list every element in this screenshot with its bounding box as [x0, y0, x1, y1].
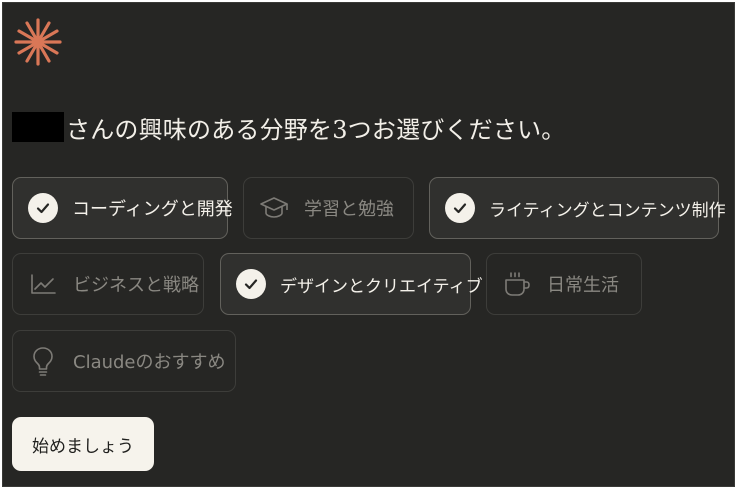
topic-writing[interactable]: ライティングとコンテンツ制作 [429, 177, 726, 239]
topic-learning[interactable]: 学習と勉強 [243, 177, 414, 239]
check-icon [445, 193, 475, 223]
claude-logo-icon [14, 18, 62, 66]
redacted-username [12, 112, 64, 142]
topic-label: ビジネスと戦略 [73, 275, 199, 296]
lightbulb-icon [27, 345, 59, 377]
coffee-cup-icon [501, 268, 533, 300]
topic-design[interactable]: デザインとクリエイティブ [220, 253, 483, 315]
line-chart-icon [27, 268, 59, 300]
topic-business[interactable]: ビジネスと戦略 [12, 253, 204, 315]
onboarding-panel: さんの興味のある分野を3つお選びください。 コーディングと開発 学習と勉強 ライ… [2, 2, 735, 487]
start-button[interactable]: 始めましょう [12, 417, 154, 471]
topic-label: ライティングとコンテンツ制作 [489, 200, 726, 221]
topic-label: Claudeのおすすめ [73, 352, 226, 373]
topic-label: 学習と勉強 [304, 199, 394, 220]
page-title-text: さんの興味のある分野を3つお選びください。 [66, 115, 566, 144]
topic-daily-life[interactable]: 日常生活 [486, 253, 642, 315]
topic-coding[interactable]: コーディングと開発 [12, 177, 233, 239]
check-icon [28, 193, 58, 223]
graduation-cap-icon [258, 192, 290, 224]
topic-label: デザインとクリエイティブ [280, 276, 483, 297]
page-title: さんの興味のある分野を3つお選びください。 [12, 111, 566, 144]
check-icon [236, 269, 266, 299]
topic-label: 日常生活 [547, 275, 619, 296]
topic-claude-recommend[interactable]: Claudeのおすすめ [12, 330, 236, 392]
topic-label: コーディングと開発 [72, 199, 233, 220]
